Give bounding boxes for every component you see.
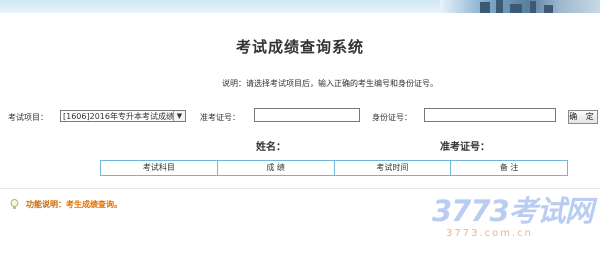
id-number-label: 身份证号：	[372, 113, 412, 122]
name-label: 姓名：	[256, 142, 286, 153]
function-description: 功能说明：考生成绩查询。	[26, 199, 122, 210]
function-text: 考生成绩查询。	[66, 200, 122, 209]
watermark-brand: 3773考试网	[432, 194, 594, 228]
page-title: 考试成绩查询系统	[235, 38, 364, 56]
function-label: 功能说明：	[26, 200, 66, 209]
results-table-header: 考试科目 成 绩 考试时间 备 注	[100, 160, 568, 176]
chevron-down-icon[interactable]: ▼	[173, 111, 185, 121]
id-number-input[interactable]	[424, 108, 556, 122]
top-banner	[0, 0, 600, 13]
watermark-url: 3773.com.cn	[446, 228, 533, 239]
watermark-logo: 3773考试网 3773.com.cn	[432, 188, 597, 248]
column-header: 考试时间	[335, 161, 452, 175]
exam-item-select[interactable]: [1606]2016年专升本考试成绩 ▼	[60, 110, 186, 122]
exam-item-selected-value: [1606]2016年专升本考试成绩	[63, 112, 174, 121]
column-header: 考试科目	[101, 161, 218, 175]
ticket-number-label: 准考证号：	[440, 142, 490, 153]
instruction-text: 说明：请选择考试项目后，输入正确的考生编号和身份证号。	[222, 79, 438, 88]
candidate-number-label: 准考证号：	[200, 113, 240, 122]
banner-skyline-image	[440, 0, 600, 13]
candidate-number-input[interactable]	[254, 108, 360, 122]
submit-button[interactable]: 确 定	[568, 110, 598, 124]
column-header: 成 绩	[218, 161, 335, 175]
column-header: 备 注	[499, 163, 519, 172]
exam-item-label: 考试项目：	[8, 113, 48, 122]
lightbulb-icon	[10, 199, 19, 209]
